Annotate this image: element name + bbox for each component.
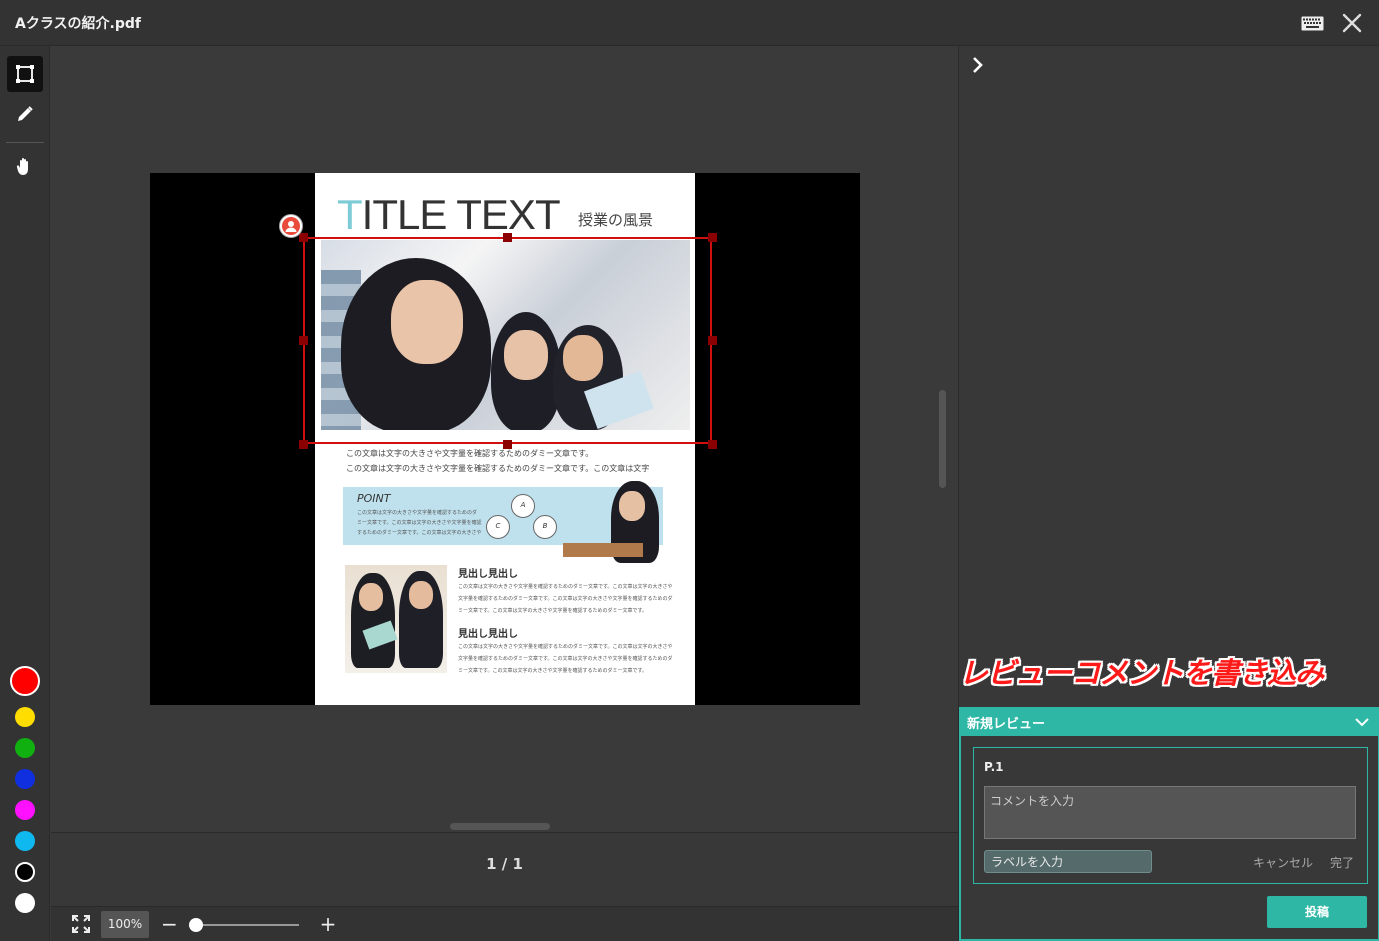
color-swatch-magenta[interactable] [15,800,35,820]
zoom-bar: 100% − + [51,906,958,941]
pdf-review-app: Aクラスの紹介.pdf TITLE TEXT 授業の風景 この文章は文字の大きさ… [0,0,1379,941]
review-header[interactable]: 新規レビュー [959,707,1379,736]
color-swatch-yellow[interactable] [15,707,35,727]
diagram-circle-c: C [486,515,510,539]
page-subtitle: 授業の風景 [578,211,654,229]
color-swatch-blue[interactable] [15,769,35,789]
zoom-slider-track[interactable] [194,924,299,926]
resize-handle-nw[interactable] [299,233,308,242]
section-text: この文章は文字の大きさや文字量を確認するためのダミー文章です。この文章は文字の大… [458,644,673,650]
chevron-down-icon[interactable] [1354,714,1370,730]
section-text: ミー文章です。この文章は文字の大きさや文字量を確認するためのダミー文章です。 [458,668,648,674]
diagram-circle-b: B [533,515,557,539]
resize-handle-n[interactable] [503,233,512,242]
label-input[interactable] [984,850,1152,873]
section-heading: 見出し見出し [458,569,518,580]
section-text: 文字量を確認するためのダミー文章です。この文章は文字の大きさや文字量を確認するた… [458,596,673,602]
body-text-line: この文章は文字の大きさや文字量を確認するためのダミー文章です。この文章は文字 [346,464,650,473]
pen-icon [18,106,33,121]
review-card: P.1 キャンセル 完了 [973,747,1368,884]
window-title: Aクラスの紹介.pdf [15,16,142,32]
post-button[interactable]: 投稿 [1267,896,1367,928]
rectangle-tool-button[interactable] [7,56,43,92]
page-title-text: TITLE TEXT [337,191,561,238]
section-text: この文章は文字の大きさや文字量を確認するためのダミー文章です。この文章は文字の大… [458,584,673,590]
new-review-panel: 新規レビュー P.1 キャンセル 完了 投稿 [959,707,1379,941]
students-photo [345,565,447,673]
resize-handle-se[interactable] [708,440,717,449]
author-avatar-icon[interactable] [279,214,303,238]
document-viewer[interactable]: TITLE TEXT 授業の風景 この文章は文字の大きさや文字量を確認するための… [51,46,958,832]
color-swatch-green[interactable] [15,738,35,758]
zoom-level[interactable]: 100% [101,911,149,938]
resize-handle-sw[interactable] [299,440,308,449]
page-indicator-bar: 1 / 1 [51,832,958,906]
review-side-panel: レビューコメントを書き込み 新規レビュー P.1 キャンセル 完了 投稿 [958,46,1379,941]
color-swatch-red[interactable] [10,666,40,696]
page-indicator: 1 / 1 [486,855,523,873]
zoom-in-button[interactable]: + [319,913,337,935]
keyboard-icon[interactable] [1301,16,1324,31]
comment-input[interactable] [984,786,1356,839]
review-header-title: 新規レビュー [967,717,1046,732]
resize-handle-s[interactable] [503,440,512,449]
diagram-circle-a: A [511,494,535,518]
zoom-out-button[interactable]: − [161,913,178,935]
color-swatch-white[interactable] [15,893,35,913]
annotation-toolbar [0,46,50,941]
close-icon[interactable] [1342,13,1362,33]
cancel-button[interactable]: キャンセル [1253,854,1313,871]
page-number-label: P.1 [984,760,1004,774]
resize-handle-e[interactable] [708,336,717,345]
pen-tool-button[interactable] [7,96,43,132]
resize-handle-ne[interactable] [708,233,717,242]
color-swatch-black[interactable] [15,862,35,882]
color-swatch-cyan[interactable] [15,831,35,851]
rectangle-select-icon [16,65,34,83]
toolbar-divider [6,142,44,143]
section-text: 文字量を確認するためのダミー文章です。この文章は文字の大きさや文字量を確認するた… [458,656,673,662]
fit-screen-icon[interactable] [72,915,90,933]
vertical-scrollbar[interactable] [939,390,946,488]
title-bar: Aクラスの紹介.pdf [0,0,1379,46]
student-photo [563,481,673,571]
section-text: ミー文章です。この文章は文字の大きさや文字量を確認するためのダミー文章です。 [458,608,648,614]
hand-tool-button[interactable] [7,149,43,185]
horizontal-scrollbar[interactable] [450,823,550,830]
done-button[interactable]: 完了 [1330,854,1354,871]
zoom-slider-thumb[interactable] [189,918,203,932]
body-text-line: この文章は文字の大きさや文字量を確認するためのダミー文章です。 [346,449,594,458]
annotation-callout: レビューコメントを書き込み [959,656,1324,690]
rectangle-annotation[interactable] [303,237,712,444]
section-heading: 見出し見出し [458,629,518,640]
hand-icon [16,158,28,175]
chevron-right-icon[interactable] [969,56,987,74]
resize-handle-w[interactable] [299,336,308,345]
